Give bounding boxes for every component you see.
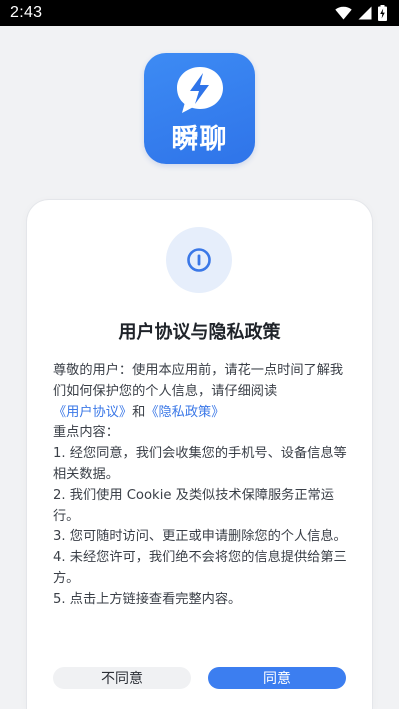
- status-time: 2:43: [10, 4, 43, 21]
- battery-charging-icon: [378, 5, 387, 21]
- dialog-body: 尊敬的用户：使用本应用前，请花一点时间了解我们如何保护您的个人信息，请仔细阅读 …: [53, 361, 353, 611]
- point-item: 2. 我们使用 Cookie 及类似技术保障服务正常运行。: [53, 487, 334, 524]
- agree-button[interactable]: 同意: [208, 667, 346, 689]
- app-logo: 瞬聊: [144, 53, 255, 164]
- info-icon: [187, 248, 211, 272]
- point-item: 4. 未经您许可，我们绝不会将您的信息提供给第三方。: [53, 550, 347, 586]
- app-logo-text: 瞬聊: [171, 124, 228, 155]
- info-badge: [166, 227, 232, 293]
- wifi-icon: [335, 6, 352, 20]
- key-points-heading: 重点内容：: [53, 425, 119, 441]
- decline-button[interactable]: 不同意: [53, 667, 191, 689]
- lightning-chat-bubble-icon: [177, 67, 223, 113]
- point-item: 3. 您可随时访问、更正或申请删除您的个人信息。: [53, 529, 347, 545]
- cell-signal-icon: [358, 6, 372, 20]
- point-item: 1. 经您同意，我们会收集您的手机号、设备信息等相关数据。: [53, 446, 347, 482]
- and-text: 和: [132, 404, 146, 420]
- point-item: 5. 点击上方链接查看完整内容。: [53, 591, 242, 607]
- privacy-dialog: 用户协议与隐私政策 尊敬的用户：使用本应用前，请花一点时间了解我们如何保护您的个…: [27, 200, 372, 709]
- intro-text: 尊敬的用户：使用本应用前，请花一点时间了解我们如何保护您的个人信息，请仔细阅读: [53, 363, 344, 399]
- status-icons: [335, 5, 387, 21]
- privacy-policy-link[interactable]: 《隐私政策》: [145, 405, 224, 420]
- status-bar: 2:43: [0, 0, 399, 26]
- user-agreement-link[interactable]: 《用户协议》: [53, 405, 132, 420]
- dialog-title: 用户协议与隐私政策: [118, 322, 281, 343]
